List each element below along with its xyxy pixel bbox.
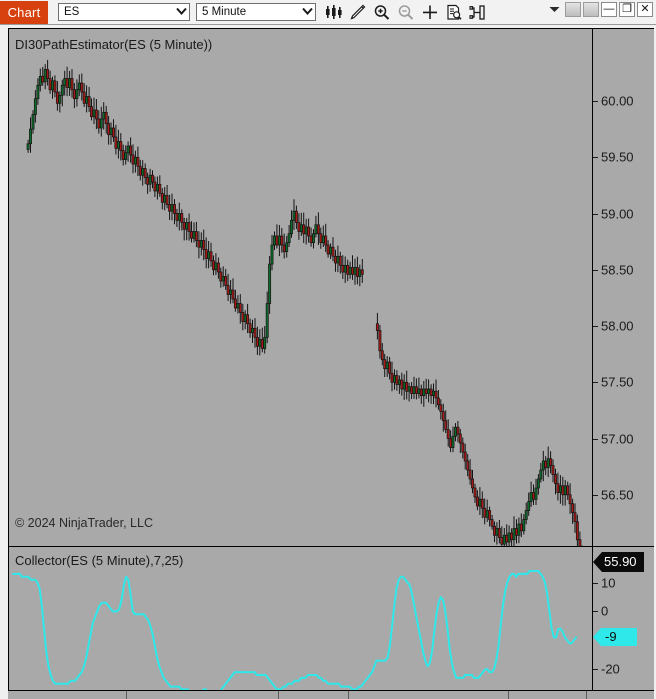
indicator-panel-title: Collector(ES (5 Minute),7,25): [15, 553, 184, 568]
indicators-icon[interactable]: [466, 1, 490, 23]
draw-tools-icon[interactable]: [346, 1, 370, 23]
price-panel-title: DI30PathEstimator(ES (5 Minute)): [15, 37, 213, 52]
price-tick-label: 60.00: [601, 93, 634, 109]
data-box-icon[interactable]: [442, 1, 466, 23]
time-axis-separator: [278, 691, 279, 699]
close-glyph: ✕: [640, 3, 650, 15]
price-tick: [593, 101, 598, 102]
price-tick: [593, 382, 598, 384]
toolbar-icon-group: [322, 1, 490, 23]
close-button[interactable]: ✕: [637, 2, 653, 17]
panel-toggle-b-button[interactable]: [583, 2, 599, 17]
zoom-in-icon[interactable]: [370, 1, 394, 23]
chart-tab-label: Chart: [7, 4, 41, 20]
price-plot-area[interactable]: DI30PathEstimator(ES (5 Minute)) © 2024 …: [9, 29, 593, 546]
chevron-down-icon: [173, 4, 189, 20]
price-tick: [593, 438, 598, 440]
interval-selector[interactable]: 5 Minute: [196, 3, 316, 21]
time-axis-separator: [586, 691, 587, 699]
time-axis-separator: [508, 691, 509, 699]
chart-tab[interactable]: Chart: [0, 0, 48, 24]
time-axis-strip[interactable]: [8, 690, 654, 699]
price-tick: [593, 494, 598, 496]
price-tick: [593, 269, 598, 271]
instrument-value: ES: [64, 6, 80, 18]
last-price-marker: 55.90: [593, 552, 644, 573]
maximize-glyph: ❐: [622, 3, 632, 15]
price-tick-label: 59.50: [601, 149, 634, 165]
price-tick: [593, 326, 598, 327]
price-tick: [593, 157, 598, 159]
indicator-tick: [593, 582, 598, 584]
chart-toolbar: Chart ES 5 Minute — ❐ ✕: [0, 0, 656, 25]
indicator-marker-arrow: [593, 628, 601, 647]
minimize-glyph: —: [603, 3, 615, 15]
price-marker-label: 55.90: [602, 552, 644, 573]
indicator-value-marker: -9: [593, 628, 637, 647]
price-tick-label: 59.00: [601, 206, 634, 221]
instrument-selector[interactable]: ES: [58, 3, 190, 21]
panel-toggle-a-button[interactable]: [565, 2, 581, 17]
indicator-marker-label: -9: [601, 628, 637, 647]
zoom-out-icon[interactable]: [394, 1, 418, 23]
ninjatrader-chart-window: Chart ES 5 Minute — ❐ ✕ DI30PathEstimato…: [0, 0, 656, 699]
copyright-notice: © 2024 NinjaTrader, LLC: [15, 516, 153, 530]
chart-type-icon[interactable]: [322, 1, 346, 23]
time-axis-separator: [126, 691, 127, 699]
minimize-button[interactable]: —: [601, 2, 617, 17]
overflow-dropdown-icon[interactable]: [545, 5, 563, 15]
chevron-down-icon: [299, 4, 315, 20]
chart-frame: DI30PathEstimator(ES (5 Minute)) © 2024 …: [8, 28, 654, 699]
price-axis[interactable]: 60.00 59.50 59.00 58.50 58.00 57.50 57.00 56.50…: [593, 29, 654, 546]
price-tick-label: 57.50: [601, 374, 634, 390]
indicator-tick: [593, 611, 598, 613]
price-panel: DI30PathEstimator(ES (5 Minute)) © 2024 …: [9, 29, 654, 573]
interval-value: 5 Minute: [202, 6, 247, 18]
price-tick-label: 58.50: [601, 262, 634, 278]
price-tick-label: 57.00: [601, 431, 634, 446]
time-axis-separator: [348, 691, 349, 699]
indicator-tick-label: 10: [601, 575, 616, 591]
crosshair-icon[interactable]: [418, 1, 442, 23]
indicator-tick: [593, 669, 598, 671]
window-controls: — ❐ ✕: [545, 2, 653, 17]
price-tick-label: 56.00: [601, 544, 634, 547]
indicator-panel: Collector(ES (5 Minute),7,25) 10 0 -20 -9: [9, 547, 654, 699]
candlestick-series: [26, 59, 583, 546]
indicator-plot-area[interactable]: Collector(ES (5 Minute),7,25): [9, 547, 593, 699]
left-gutter: [0, 28, 8, 699]
price-tick-label: 58.00: [601, 318, 634, 334]
maximize-button[interactable]: ❐: [619, 2, 635, 17]
collector-line-series: [12, 570, 577, 697]
price-tick-label: 56.50: [601, 487, 634, 503]
price-marker-arrow: [593, 552, 602, 573]
price-tick: [593, 213, 598, 215]
indicator-tick-label: 0: [601, 603, 609, 619]
indicator-tick-label: -20: [601, 661, 620, 677]
